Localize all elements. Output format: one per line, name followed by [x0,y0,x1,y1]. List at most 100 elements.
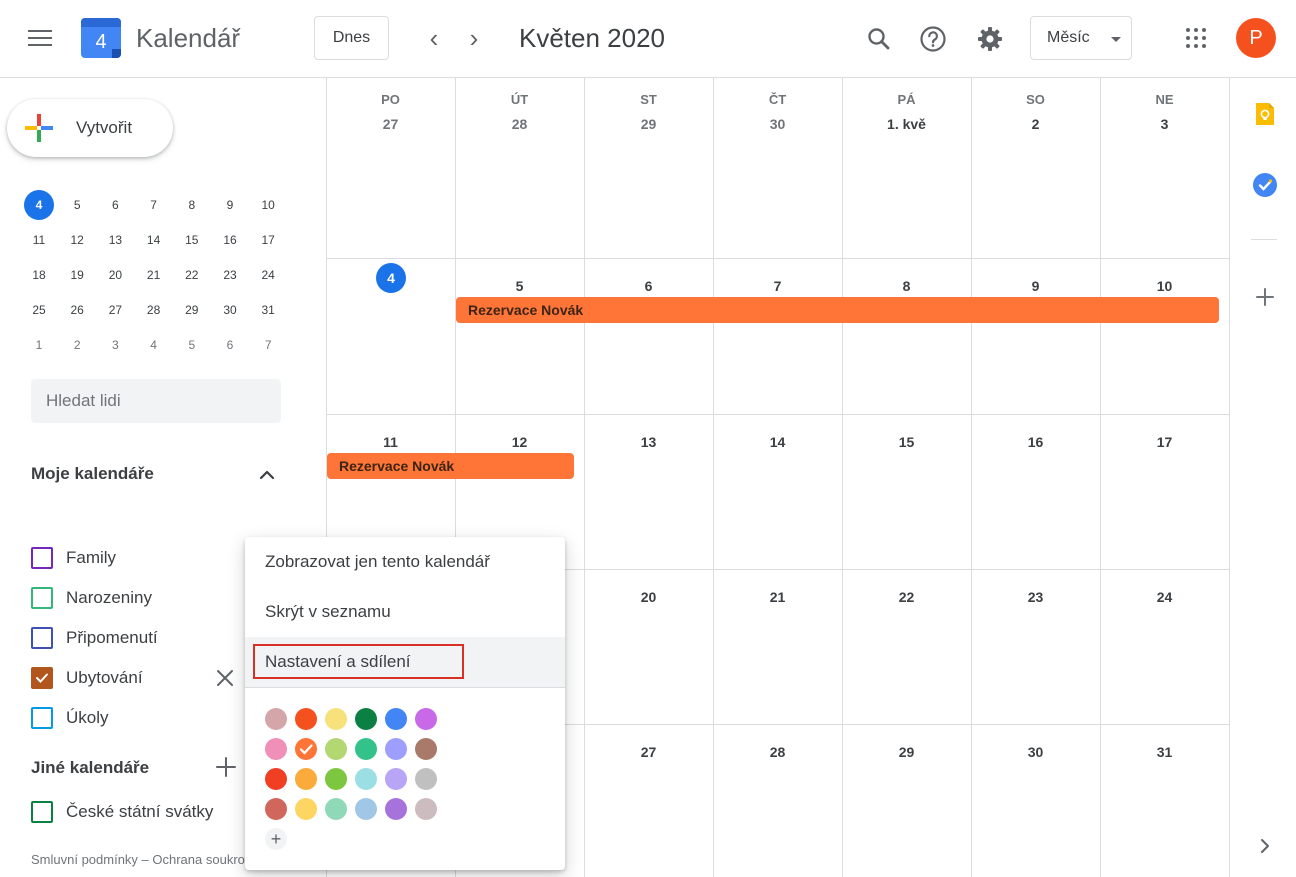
day-number[interactable]: 13 [584,434,713,450]
day-number[interactable]: 11 [326,434,455,450]
mini-calendar-day[interactable]: 11 [24,225,54,255]
color-swatch[interactable] [415,738,437,760]
mini-calendar-day[interactable]: 13 [100,225,130,255]
remove-calendar-icon[interactable] [214,667,236,689]
day-number[interactable]: 8 [842,278,971,294]
create-event-button[interactable]: Vytvořit [7,99,173,157]
checkbox-icon[interactable] [31,587,53,609]
my-calendars-title[interactable]: Moje kalendáře [31,464,154,484]
color-swatch[interactable] [265,708,287,730]
mini-calendar-day[interactable]: 4 [139,330,169,360]
day-number[interactable]: 29 [842,744,971,760]
color-swatch[interactable] [385,768,407,790]
my-calendar-item[interactable]: Family [31,543,251,573]
previous-period-icon[interactable]: ‹ [420,24,448,52]
next-period-icon[interactable]: › [460,24,488,52]
today-day-number[interactable]: 4 [376,263,406,293]
day-number[interactable]: 14 [713,434,842,450]
my-calendar-item[interactable]: Narozeniny [31,583,251,613]
mini-calendar-day[interactable]: 27 [100,295,130,325]
day-number[interactable]: 1. kvě [842,116,971,132]
day-number[interactable]: 9 [971,278,1100,294]
day-number[interactable]: 6 [584,278,713,294]
color-swatch[interactable] [415,708,437,730]
color-swatch[interactable] [295,768,317,790]
color-swatch[interactable] [355,798,377,820]
mini-calendar-day[interactable]: 7 [139,190,169,220]
mini-calendar-day[interactable]: 16 [215,225,245,255]
mini-calendar-day[interactable]: 22 [177,260,207,290]
add-custom-color-button[interactable]: + [265,828,287,850]
mini-calendar-day[interactable]: 10 [253,190,283,220]
tasks-icon[interactable] [1252,172,1278,198]
search-icon[interactable] [864,24,894,54]
google-apps-icon[interactable] [1186,28,1206,48]
help-icon[interactable] [918,24,948,54]
mini-calendar-day[interactable]: 31 [253,295,283,325]
mini-calendar-day[interactable]: 6 [215,330,245,360]
view-mode-dropdown[interactable]: Měsíc [1030,16,1132,60]
day-number[interactable]: 5 [455,278,584,294]
color-swatch[interactable] [265,798,287,820]
mini-calendar-day[interactable]: 5 [62,190,92,220]
mini-calendar-day[interactable]: 5 [177,330,207,360]
color-swatch[interactable] [385,798,407,820]
my-calendar-item[interactable]: Připomenutí [31,623,251,653]
today-button[interactable]: Dnes [314,16,389,60]
day-number[interactable]: 28 [713,744,842,760]
day-number[interactable]: 12 [455,434,584,450]
menu-item-display-only-this[interactable]: Zobrazovat jen tento kalendář [245,537,565,587]
day-number[interactable]: 16 [971,434,1100,450]
people-search-input[interactable] [31,379,281,423]
day-number[interactable]: 30 [971,744,1100,760]
chevron-up-icon[interactable] [255,464,279,484]
mini-calendar-day[interactable]: 18 [24,260,54,290]
keep-icon[interactable] [1252,101,1278,127]
day-number[interactable]: 24 [1100,589,1229,605]
color-swatch[interactable] [385,708,407,730]
mini-calendar-day[interactable]: 17 [253,225,283,255]
expand-panel-chevron-icon[interactable] [1252,833,1278,859]
checkbox-icon[interactable] [31,801,53,823]
mini-calendar-day[interactable]: 6 [100,190,130,220]
settings-gear-icon[interactable] [975,24,1005,54]
mini-calendar-day[interactable]: 8 [177,190,207,220]
color-swatch[interactable] [355,708,377,730]
menu-item-settings-and-sharing[interactable]: Nastavení a sdílení [245,637,565,687]
mini-calendar-day[interactable]: 26 [62,295,92,325]
mini-calendar-day[interactable]: 25 [24,295,54,325]
other-calendar-item[interactable]: České státní svátky [31,797,251,827]
day-number[interactable]: 15 [842,434,971,450]
mini-calendar-day[interactable]: 2 [62,330,92,360]
add-addon-icon[interactable] [1252,284,1278,310]
day-number[interactable]: 3 [1100,116,1229,132]
color-swatch[interactable] [355,738,377,760]
day-number[interactable]: 17 [1100,434,1229,450]
mini-calendar-day[interactable]: 21 [139,260,169,290]
account-avatar[interactable]: P [1236,18,1276,58]
day-number[interactable]: 20 [584,589,713,605]
mini-calendar-day[interactable]: 9 [215,190,245,220]
mini-calendar-day[interactable]: 3 [100,330,130,360]
day-number[interactable]: 10 [1100,278,1229,294]
mini-calendar-day[interactable]: 28 [139,295,169,325]
event-chip[interactable]: Rezervace Novák [327,453,574,479]
day-number[interactable]: 23 [971,589,1100,605]
mini-calendar-day[interactable]: 1 [24,330,54,360]
day-number[interactable]: 7 [713,278,842,294]
mini-calendar-today[interactable]: 4 [24,190,54,220]
mini-calendar-day[interactable]: 30 [215,295,245,325]
event-chip[interactable]: Rezervace Novák [456,297,1219,323]
mini-calendar-day[interactable]: 20 [100,260,130,290]
main-menu-icon[interactable] [28,30,52,48]
color-swatch[interactable] [415,768,437,790]
color-swatch[interactable] [385,738,407,760]
mini-calendar-day[interactable]: 23 [215,260,245,290]
footer-links[interactable]: Smluvní podmínky – Ochrana soukromí [31,852,246,867]
mini-calendar-day[interactable]: 19 [62,260,92,290]
add-other-calendar-icon[interactable] [214,755,238,779]
mini-calendar-day[interactable]: 12 [62,225,92,255]
day-number[interactable]: 27 [584,744,713,760]
color-swatch[interactable] [265,738,287,760]
day-number[interactable]: 30 [713,116,842,132]
